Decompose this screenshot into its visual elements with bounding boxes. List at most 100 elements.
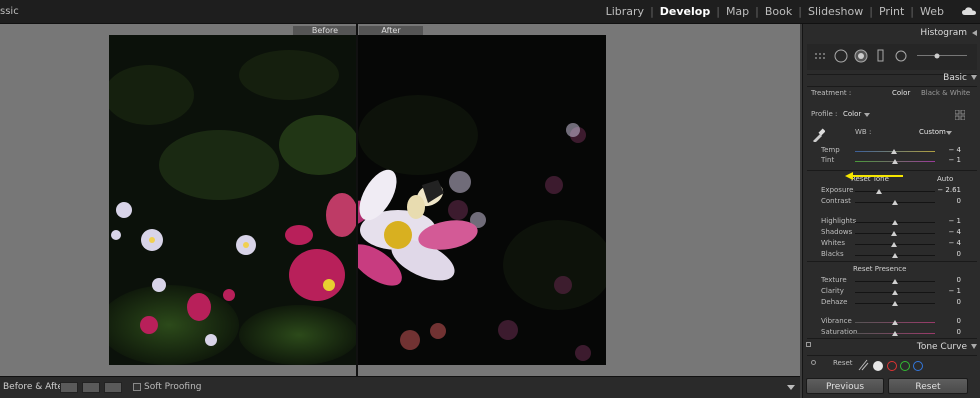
basic-title: Basic: [943, 73, 967, 83]
point-curve-red-icon[interactable]: [887, 361, 897, 371]
slider-row-exposure: Exposure − 2.61: [803, 186, 980, 196]
slider-row-saturation: Saturation 0: [803, 328, 980, 338]
profile-select[interactable]: Color: [843, 110, 861, 118]
slider-handle[interactable]: [891, 242, 898, 247]
profile-label: Profile :: [811, 110, 838, 118]
collapse-icon[interactable]: [972, 30, 977, 36]
top-module-bar: ssic Library | Develop | Map | Book | Slides…: [0, 0, 980, 24]
previous-button[interactable]: Previous: [806, 378, 884, 394]
slider-handle[interactable]: [891, 149, 898, 154]
treatment-bw-button[interactable]: Black & White: [921, 89, 970, 97]
slider-row-temp: Temp − 4: [803, 146, 980, 156]
copy-before-to-after-button[interactable]: [60, 382, 78, 393]
before-after-divider[interactable]: [356, 24, 358, 376]
wb-dropdown-icon[interactable]: [946, 131, 952, 136]
slider-row-whites: Whites − 4: [803, 239, 980, 249]
slider-handle[interactable]: [892, 331, 898, 336]
point-curve-blue-icon[interactable]: [913, 361, 923, 371]
before-photo-image: [109, 35, 357, 365]
slider-handle[interactable]: [892, 279, 898, 284]
slider-handle[interactable]: [892, 200, 898, 205]
slider-value[interactable]: 0: [957, 298, 961, 306]
reset-button[interactable]: Reset: [888, 378, 968, 394]
slider-value[interactable]: 0: [957, 317, 961, 325]
slider-label: Vibrance: [821, 317, 852, 325]
profile-browser-icon[interactable]: [955, 110, 965, 120]
target-adjust-icon[interactable]: [811, 360, 816, 365]
toolbar-menu-icon[interactable]: [787, 385, 795, 390]
slider-track[interactable]: [855, 191, 935, 192]
slider-label: Clarity: [821, 287, 844, 295]
panel-divider: [807, 261, 977, 262]
wb-label: WB :: [855, 128, 872, 136]
swap-before-after-button[interactable]: [104, 382, 122, 393]
module-develop[interactable]: Develop: [654, 5, 716, 18]
slider-label: Highlights: [821, 217, 857, 225]
slider-handle[interactable]: [892, 290, 898, 295]
slider-value[interactable]: − 4: [948, 239, 961, 247]
slider-handle[interactable]: [891, 231, 898, 236]
slider-value[interactable]: 0: [957, 197, 961, 205]
expand-icon[interactable]: [971, 344, 977, 349]
wb-select[interactable]: Custom: [919, 128, 946, 136]
slider-value[interactable]: 0: [957, 250, 961, 258]
slider-handle[interactable]: [892, 159, 898, 164]
tool-strip-icons: [815, 49, 967, 63]
slider-value[interactable]: − 1: [948, 156, 961, 164]
treatment-label: Treatment :: [811, 89, 852, 97]
panel-divider: [807, 338, 977, 339]
slider-handle[interactable]: [892, 220, 898, 225]
before-label: Before: [293, 26, 357, 35]
copy-after-to-before-button[interactable]: [82, 382, 100, 393]
slider-label: Texture: [821, 276, 847, 284]
slider-handle[interactable]: [892, 253, 898, 258]
tool-strip: [807, 44, 977, 70]
slider-value[interactable]: − 4: [948, 146, 961, 154]
wb-eyedropper-icon[interactable]: [811, 128, 825, 142]
slider-value[interactable]: − 1: [948, 287, 961, 295]
slider-handle[interactable]: [892, 301, 898, 306]
module-library[interactable]: Library: [600, 5, 650, 18]
slider-label: Shadows: [821, 228, 853, 236]
expand-icon[interactable]: [971, 75, 977, 80]
slider-handle[interactable]: [892, 320, 898, 325]
slider-value[interactable]: − 2.61: [937, 186, 961, 194]
module-slideshow[interactable]: Slideshow: [802, 5, 869, 18]
module-print[interactable]: Print: [873, 5, 910, 18]
treatment-color-button[interactable]: Color: [892, 89, 910, 97]
slider-value[interactable]: 0: [957, 328, 961, 336]
module-map[interactable]: Map: [720, 5, 755, 18]
slider-row-highlights: Highlights − 1: [803, 217, 980, 227]
app-title: ssic: [0, 6, 19, 17]
slider-handle[interactable]: [876, 189, 882, 194]
module-book[interactable]: Book: [759, 5, 798, 18]
soft-proofing-checkbox[interactable]: [133, 383, 141, 391]
slider-row-shadows: Shadows − 4: [803, 228, 980, 238]
slider-label: Temp: [821, 146, 840, 154]
slider-row-vibrance: Vibrance 0: [803, 317, 980, 327]
slider-row-contrast: Contrast 0: [803, 197, 980, 207]
slider-value[interactable]: − 4: [948, 228, 961, 236]
point-curve-green-icon[interactable]: [900, 361, 910, 371]
right-panel: Histogram Basic Treatment : Color Black …: [802, 24, 980, 398]
reset-presence-label[interactable]: Reset Presence: [853, 265, 906, 273]
tone-curve-title: Tone Curve: [916, 342, 967, 352]
profile-dropdown-icon[interactable]: [864, 113, 870, 118]
module-web[interactable]: Web: [914, 5, 950, 18]
auto-button[interactable]: Auto: [937, 175, 953, 183]
profile-row: Profile : Color: [803, 110, 980, 120]
after-photo-image: [358, 35, 606, 365]
after-photo: [358, 35, 606, 365]
panel-toggle-icon[interactable]: [806, 342, 811, 347]
slider-row-clarity: Clarity − 1: [803, 287, 980, 297]
parametric-curve-icon[interactable]: [857, 359, 869, 371]
cloud-icon[interactable]: [962, 7, 976, 15]
wb-row: WB : Custom: [803, 128, 980, 142]
slider-label: Exposure: [821, 186, 854, 194]
point-curve-white-icon[interactable]: [873, 361, 883, 371]
tone-curve-reset[interactable]: Reset: [833, 359, 853, 367]
slider-value[interactable]: 0: [957, 276, 961, 284]
slider-value[interactable]: − 1: [948, 217, 961, 225]
slider-label: Saturation: [821, 328, 858, 336]
slider-row-texture: Texture 0: [803, 276, 980, 286]
